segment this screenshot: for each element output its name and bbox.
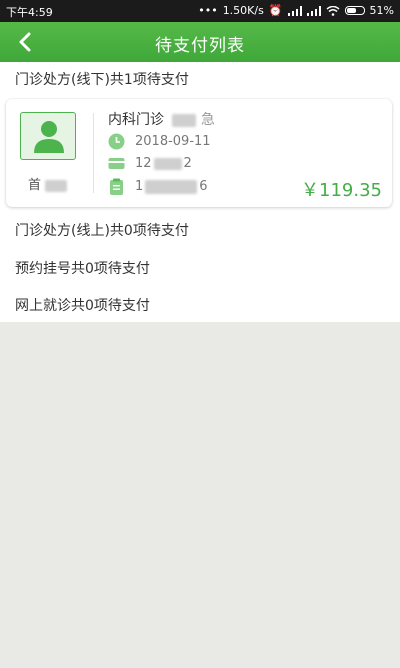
card-number-prefix: 12 <box>135 156 152 171</box>
title-bar: 待支付列表 <box>0 22 400 62</box>
redacted-mark <box>145 179 198 194</box>
section-offline-prescription: 门诊处方(线下)共1项待支付 <box>15 72 189 88</box>
avatar <box>20 112 76 160</box>
redacted-mark <box>153 157 182 170</box>
person-icon <box>34 121 64 153</box>
battery-level: 51% <box>369 4 394 17</box>
section-online-consult: 网上就诊共0项待支付 <box>15 298 150 314</box>
status-icons: ••• 1.50K/s ⏰ 51% <box>198 4 394 17</box>
alarm-icon: ⏰ <box>268 4 283 17</box>
patient-name: 首 <box>28 174 68 193</box>
order-number-suffix: 6 <box>199 179 208 194</box>
signal-icon-2 <box>306 5 321 16</box>
redacted-mark <box>45 179 68 192</box>
visit-date-row: 2018-09-11 <box>108 133 211 150</box>
amount-due: ￥119.35 <box>301 180 382 201</box>
card-number-row: 12 2 <box>108 155 192 172</box>
wifi-icon <box>326 5 340 16</box>
card-number-suffix: 2 <box>183 156 192 171</box>
signal-icon <box>287 5 302 16</box>
card-icon <box>108 158 125 169</box>
department: 内科门诊 急 <box>108 109 215 129</box>
status-bar: 下午4:59 ••• 1.50K/s ⏰ 51% <box>0 0 400 22</box>
divider <box>93 113 94 193</box>
section-appointment: 预约挂号共0项待支付 <box>15 261 150 277</box>
clipboard-icon <box>110 178 123 195</box>
status-time: 下午4:59 <box>6 6 53 19</box>
pending-payment-list: 门诊处方(线下)共1项待支付 首 内科门诊 急 2018-09-11 12 2 <box>0 62 400 322</box>
battery-icon <box>344 6 365 15</box>
section-online-prescription: 门诊处方(线上)共0项待支付 <box>15 223 189 239</box>
more-dots-icon: ••• <box>198 4 218 17</box>
payment-item-card[interactable]: 首 内科门诊 急 2018-09-11 12 2 1 6 ￥119.35 <box>6 99 392 207</box>
order-number-prefix: 1 <box>135 179 144 194</box>
department-text: 内科门诊 <box>108 112 164 128</box>
patient-name-text: 首 <box>28 178 42 193</box>
network-speed: 1.50K/s <box>222 4 264 17</box>
clock-icon <box>108 133 125 150</box>
page-title: 待支付列表 <box>155 36 245 56</box>
redacted-mark <box>172 113 197 127</box>
order-number-row: 1 6 <box>108 178 208 195</box>
department-suffix: 急 <box>200 112 215 128</box>
visit-date: 2018-09-11 <box>135 134 211 149</box>
